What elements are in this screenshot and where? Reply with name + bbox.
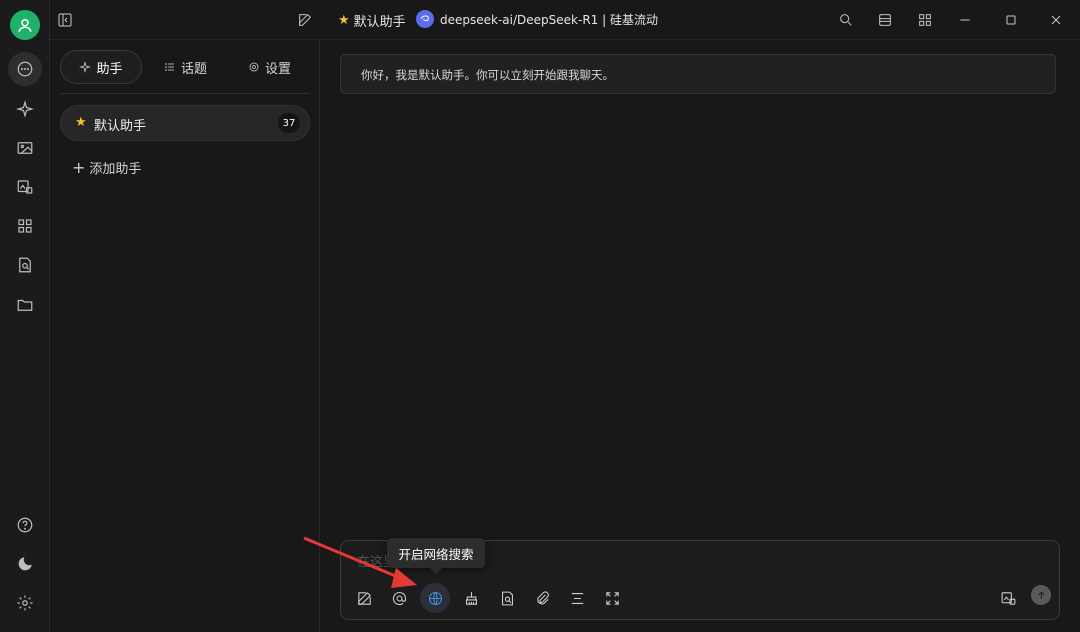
chat-bubble-icon: [17, 61, 33, 77]
moon-icon: [18, 557, 32, 571]
clear-context-button[interactable]: [456, 583, 486, 613]
grid-icon: [18, 219, 32, 233]
model-selector[interactable]: deepseek-ai/DeepSeek-R1 | 硅基流动: [416, 10, 658, 28]
theme-toggle-button[interactable]: [8, 547, 42, 581]
star-icon: ★: [75, 115, 87, 130]
assistant-name: 默认助手: [94, 119, 147, 134]
arrow-up-icon: [1037, 591, 1045, 599]
add-assistant-label: 添加助手: [89, 162, 142, 177]
image-translate-button[interactable]: [993, 583, 1023, 613]
nav-chat-button[interactable]: [8, 52, 42, 86]
maximize-icon: [1006, 15, 1016, 25]
active-assistant-label: 默认助手: [353, 15, 406, 30]
active-assistant-title: ★ 默认助手: [338, 11, 406, 30]
tab-topics-label: 话题: [181, 61, 208, 77]
user-avatar[interactable]: [10, 10, 40, 40]
tab-settings-label: 设置: [265, 61, 292, 77]
sidebar-toggle-icon: [58, 13, 72, 27]
nav-translate-button[interactable]: [8, 170, 42, 204]
welcome-message: 你好，我是默认助手。你可以立刻开始跟我聊天。: [340, 54, 1056, 94]
chat-area: 你好，我是默认助手。你可以立刻开始跟我聊天。 在这里输入消息...: [321, 40, 1080, 632]
mini-apps-button[interactable]: [915, 10, 935, 30]
sparkle-icon: [79, 61, 92, 73]
nav-apps-button[interactable]: [8, 209, 42, 243]
plus-icon: +: [72, 157, 86, 177]
app-window: ★ 默认助手 deepseek-ai/DeepSeek-R1 | 硅基流动 助手…: [0, 0, 1080, 632]
nav-files-button[interactable]: [8, 288, 42, 322]
nav-agents-button[interactable]: [8, 92, 42, 126]
tab-assistants[interactable]: 助手: [60, 50, 142, 84]
at-sign-icon: [392, 591, 406, 605]
attachment-button[interactable]: [527, 583, 557, 613]
edit-icon: [299, 13, 312, 26]
layout-button[interactable]: [875, 10, 895, 30]
knowledge-base-button[interactable]: [492, 583, 522, 613]
nav-rail: [0, 0, 50, 632]
topic-count-badge: 37: [278, 113, 300, 133]
grid-icon: [919, 14, 931, 26]
document-search-icon: [19, 257, 31, 273]
document-search-icon: [501, 591, 513, 605]
close-button[interactable]: [1046, 10, 1066, 30]
tab-topics[interactable]: 话题: [164, 50, 207, 84]
add-assistant-button[interactable]: + 添加助手: [72, 158, 141, 177]
minimize-button[interactable]: [955, 10, 975, 30]
annotation-arrow: [303, 536, 417, 588]
help-icon: [17, 517, 33, 533]
gear-icon: [17, 595, 33, 611]
nav-knowledge-button[interactable]: [8, 248, 42, 282]
new-topic-button[interactable]: [295, 10, 315, 30]
sparkle-icon: [16, 100, 34, 118]
broom-icon: [465, 591, 477, 605]
search-icon: [840, 14, 852, 26]
tab-assistants-label: 助手: [96, 61, 123, 77]
edit-icon: [357, 591, 371, 605]
model-name: deepseek-ai/DeepSeek-R1 | 硅基流动: [440, 12, 658, 27]
star-icon: ★: [338, 13, 350, 28]
tab-settings[interactable]: 设置: [248, 50, 291, 84]
globe-icon: [428, 591, 442, 605]
send-button[interactable]: [1031, 585, 1051, 605]
gear-icon: [249, 62, 259, 72]
assistant-panel: 助手 话题 设置 ★ 默认助手 37 + 添加助手: [50, 40, 320, 632]
user-icon: [18, 19, 32, 32]
paperclip-icon: [536, 590, 549, 604]
divider: [60, 93, 310, 94]
help-button[interactable]: [8, 508, 42, 542]
nav-images-button[interactable]: [8, 131, 42, 165]
search-button[interactable]: [836, 10, 856, 30]
minimize-icon: [960, 19, 970, 21]
assistant-list-item[interactable]: ★ 默认助手 37: [60, 105, 310, 141]
deepseek-logo-icon: [416, 10, 434, 28]
web-search-button[interactable]: [420, 583, 450, 613]
layout-icon: [879, 14, 891, 26]
close-icon: [1051, 15, 1061, 25]
image-icon: [17, 142, 33, 154]
maximize-button[interactable]: [1001, 10, 1021, 30]
expand-icon: [605, 591, 619, 605]
title-bar: ★ 默认助手 deepseek-ai/DeepSeek-R1 | 硅基流动: [50, 0, 1080, 40]
settings-button[interactable]: [8, 586, 42, 620]
image-translate-icon: [1001, 591, 1015, 605]
image-translate-icon: [17, 180, 33, 194]
panel-tabs: 助手 话题 设置: [60, 50, 310, 84]
toggle-sidebar-button[interactable]: [55, 10, 75, 30]
context-button[interactable]: [562, 583, 592, 613]
list-icon: [165, 63, 174, 71]
folder-icon: [17, 299, 33, 311]
collapse-lines-icon: [571, 592, 583, 604]
expand-input-button[interactable]: [597, 583, 627, 613]
